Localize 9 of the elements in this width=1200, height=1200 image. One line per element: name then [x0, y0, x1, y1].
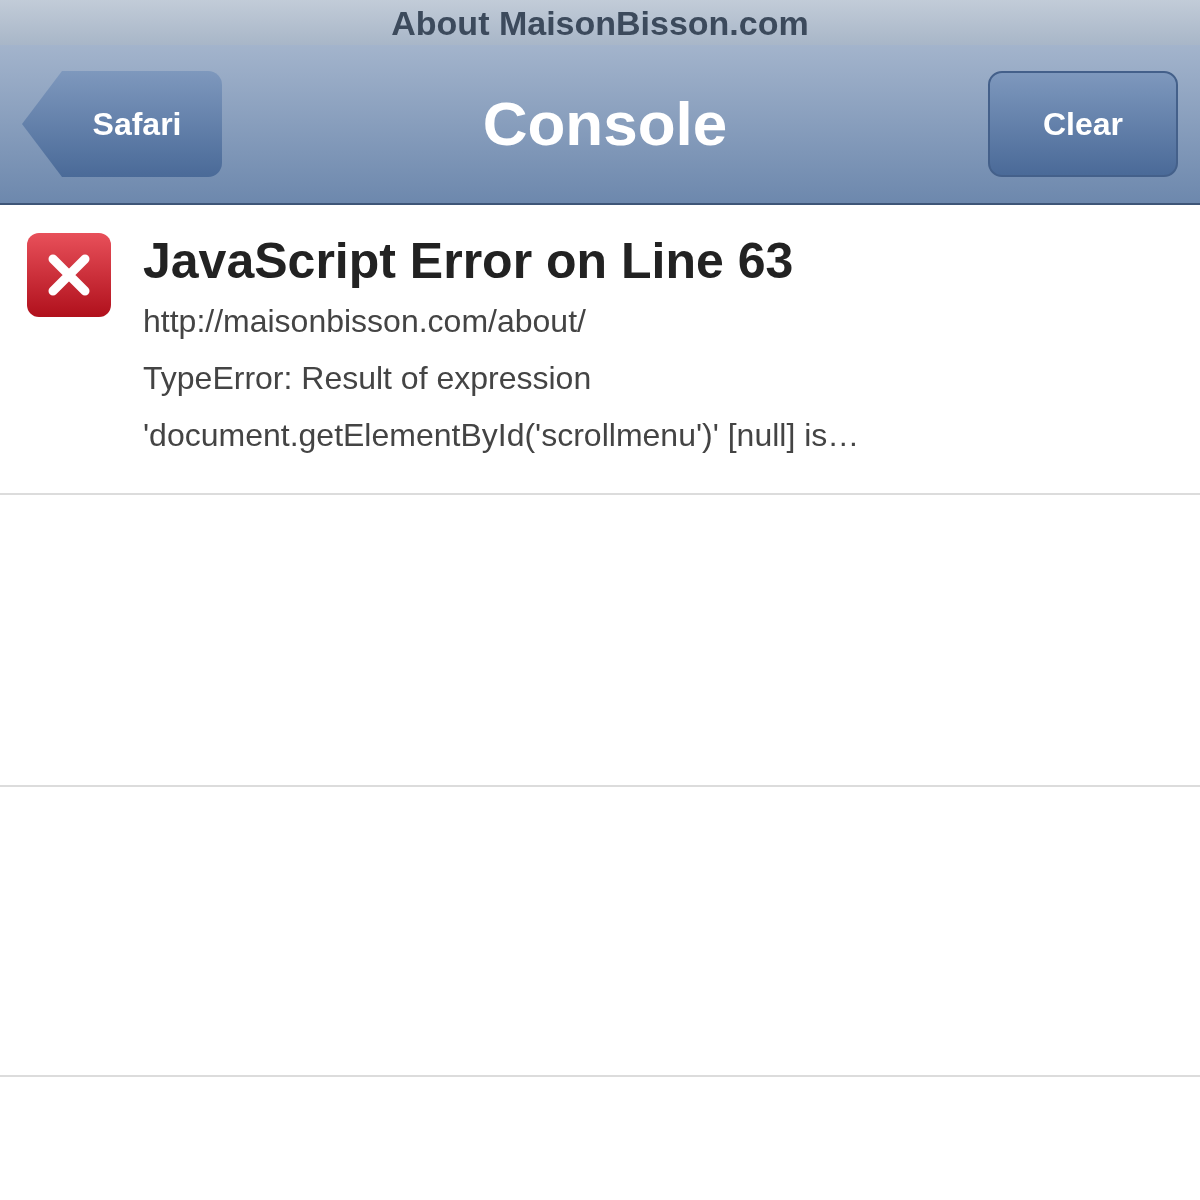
page-title: About MaisonBisson.com	[391, 5, 809, 40]
message-title: JavaScript Error on Line 63	[143, 232, 795, 291]
back-button[interactable]: Safari	[22, 71, 222, 177]
message-line: TypeError: Result of expression	[143, 359, 593, 398]
clear-button[interactable]: Clear	[988, 71, 1178, 177]
screen-title: Console	[482, 93, 728, 155]
error-icon	[25, 231, 113, 319]
message-line: http://maisonbisson.com/about/	[143, 302, 587, 341]
message-line: 'document.getElementById('scrollmenu')' [null] is…	[143, 416, 860, 455]
